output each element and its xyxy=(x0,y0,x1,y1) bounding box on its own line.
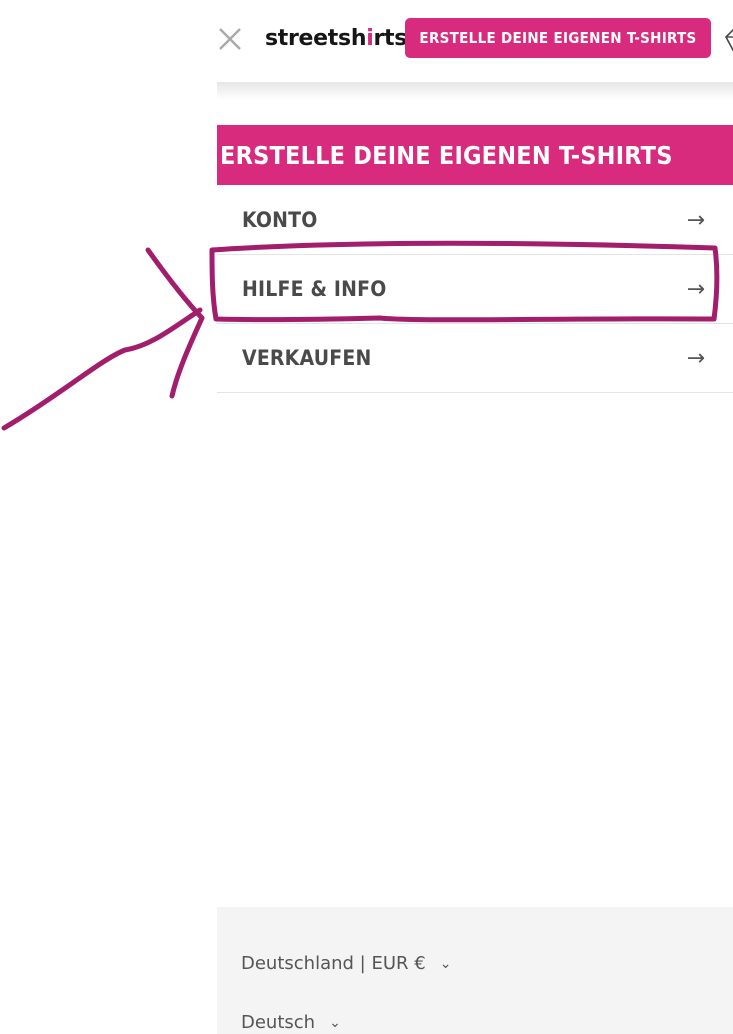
menu-header: streetshirts ERSTELLE DEINE EIGENEN T-SH… xyxy=(217,0,733,82)
language-selector[interactable]: Deutsch ⌄ xyxy=(241,1012,341,1033)
menu-item-label: VERKAUFEN xyxy=(242,346,372,370)
header-shadow xyxy=(217,82,733,100)
arrow-right-icon: → xyxy=(686,345,705,371)
menu-item-konto[interactable]: KONTO → xyxy=(217,186,733,255)
annotation-arrow-shaft xyxy=(1,307,203,431)
chevron-down-icon: ⌄ xyxy=(329,1014,341,1031)
logo-text-start: streetsh xyxy=(265,26,367,51)
menu-item-label: KONTO xyxy=(242,208,318,232)
menu-list: KONTO → HILFE & INFO → VERKAUFEN → xyxy=(217,186,733,393)
arrow-right-icon: → xyxy=(686,207,705,233)
logo-text-end: rts xyxy=(373,26,407,51)
menu-item-hilfe-info[interactable]: HILFE & INFO → xyxy=(217,255,733,324)
menu-item-label: HILFE & INFO xyxy=(242,277,387,301)
chevron-down-icon: ⌄ xyxy=(439,955,452,972)
create-tshirts-button[interactable]: ERSTELLE DEINE EIGENEN T-SHIRTS xyxy=(405,18,711,58)
annotation-arrow-head xyxy=(145,247,205,399)
create-tshirts-banner[interactable]: ERSTELLE DEINE EIGENEN T-SHIRTS xyxy=(217,125,733,185)
region-currency-selector[interactable]: Deutschland | EUR € ⌄ xyxy=(241,953,451,974)
locale-footer: Deutschland | EUR € ⌄ Deutsch ⌄ xyxy=(217,907,733,1034)
language-label: Deutsch xyxy=(241,1012,316,1033)
close-icon[interactable] xyxy=(217,26,243,52)
diamond-icon[interactable] xyxy=(723,26,733,54)
streetshirts-logo[interactable]: streetshirts xyxy=(265,22,407,56)
menu-item-verkaufen[interactable]: VERKAUFEN → xyxy=(217,324,733,393)
region-currency-label: Deutschland | EUR € xyxy=(241,953,426,974)
mobile-menu-screen: streetshirts ERSTELLE DEINE EIGENEN T-SH… xyxy=(0,0,733,1034)
arrow-right-icon: → xyxy=(686,276,705,302)
